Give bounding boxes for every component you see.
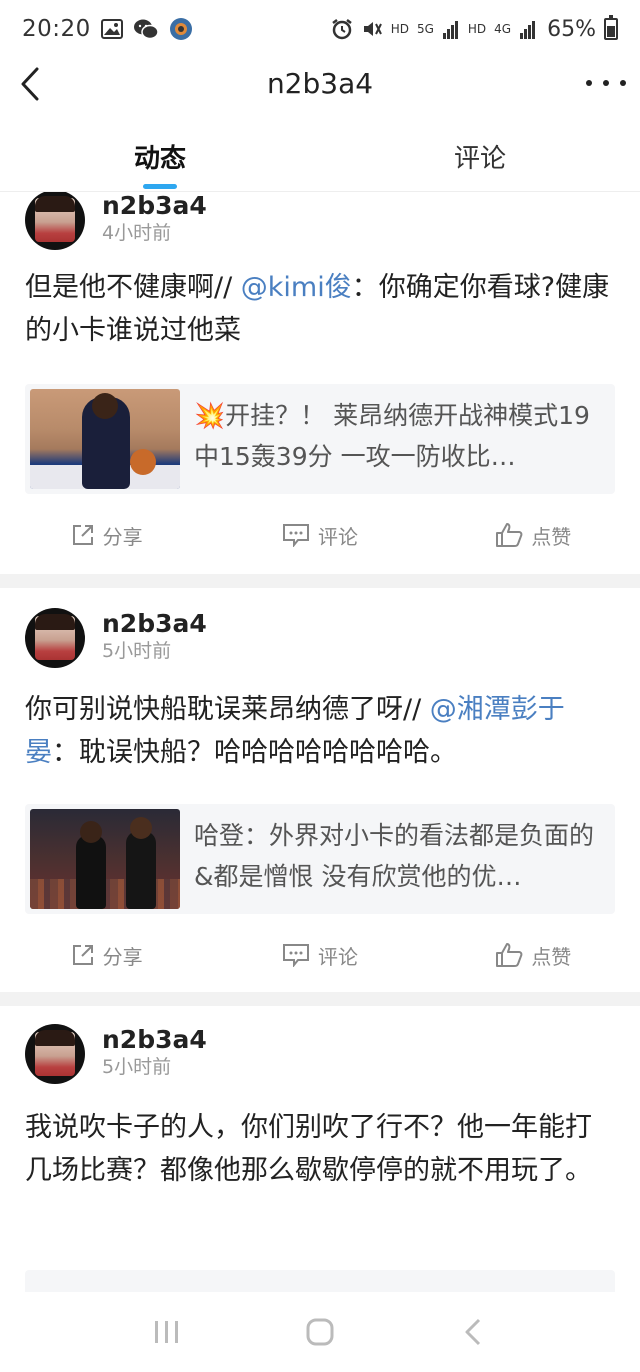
back-arrow-icon (465, 1318, 481, 1346)
more-dot-icon (620, 80, 626, 86)
status-time: 20:20 (22, 16, 91, 42)
tab-indicator (143, 184, 177, 189)
tab-label: 动态 (133, 144, 186, 174)
post-card: n2b3a4 5小时前 我说吹卡子的人，你们别吹了行不？他一年能打几场比赛？都像… (0, 1006, 640, 1292)
share-button[interactable]: 分享 (0, 510, 213, 560)
divider (0, 992, 640, 1006)
post-text-main: 你可别说快船耽误莱昂纳德了呀// (25, 694, 430, 725)
like-label: 点赞 (531, 944, 572, 969)
status-bar: 20:20 HD 5G HD 4G 65% (0, 0, 640, 58)
post-text-rest: ：耽误快船？哈哈哈哈哈哈哈哈。 (52, 737, 457, 768)
action-bar: 分享 评论 点赞 (0, 930, 640, 980)
network-hd2-label: HD (467, 22, 487, 36)
page-title: n2b3a4 (266, 66, 374, 100)
network-hd-label: HD (390, 22, 409, 36)
comment-button[interactable]: 评论 (213, 510, 426, 560)
post-header: n2b3a4 5小时前 (25, 608, 207, 668)
battery-icon (604, 15, 618, 40)
post-card: n2b3a4 4小时前 但是他不健康啊// @kimi俊：你确定你看球?健康的小… (0, 192, 640, 574)
like-button[interactable]: 点赞 (427, 930, 640, 980)
more-dot-icon (586, 80, 592, 86)
post-text: 但是他不健康啊// @kimi俊：你确定你看球?健康的小卡谁说过他菜 (25, 266, 615, 352)
username[interactable]: n2b3a4 (102, 610, 207, 638)
tab-comments[interactable]: 评论 (320, 120, 640, 191)
like-button[interactable]: 点赞 (427, 510, 640, 560)
repost-card[interactable]: 💥开挂？！ 莱昂纳德开战神模式19中15轰39分 一攻一防收比… (25, 384, 615, 494)
more-options-button[interactable] (586, 68, 626, 98)
thumbs-up-icon (496, 523, 523, 547)
avatar[interactable] (25, 1024, 85, 1084)
battery-percent: 65% (547, 16, 596, 42)
card-thumbnail (30, 809, 180, 909)
card-text: 哈登：外界对小卡的看法都是负面的&都是憎恨 没有欣赏他的优… (194, 821, 595, 891)
share-label: 分享 (102, 944, 143, 969)
system-nav-bar (0, 1292, 640, 1372)
post-text: 你可别说快船耽误莱昂纳德了呀// @湘潭彭于晏：耽误快船？哈哈哈哈哈哈哈哈。 (25, 688, 615, 774)
gallery-icon (100, 19, 123, 39)
tab-label: 评论 (453, 144, 506, 174)
divider (0, 574, 640, 588)
comment-button[interactable]: 评论 (213, 930, 426, 980)
home-button[interactable] (300, 1312, 340, 1352)
post-header: n2b3a4 4小时前 (25, 192, 207, 250)
signal-icon-2 (519, 19, 537, 39)
repost-card[interactable] (25, 1270, 615, 1292)
post-time: 5小时前 (102, 640, 172, 662)
back-button[interactable] (12, 64, 48, 104)
like-label: 点赞 (531, 524, 572, 549)
comment-icon (282, 524, 309, 547)
post-header: n2b3a4 5小时前 (25, 1024, 207, 1084)
alarm-icon (331, 18, 353, 40)
post-time: 4小时前 (102, 222, 172, 244)
recent-apps-button[interactable] (147, 1312, 187, 1352)
header: n2b3a4 (0, 58, 640, 108)
post-time: 5小时前 (102, 1056, 172, 1078)
share-label: 分享 (102, 524, 143, 549)
post-text: 我说吹卡子的人，你们别吹了行不？他一年能打几场比赛？都像他那么歇歇停停的就不用玩… (25, 1112, 592, 1186)
share-button[interactable]: 分享 (0, 930, 213, 980)
wechat-icon (133, 18, 159, 40)
comment-label: 评论 (317, 944, 358, 969)
avatar[interactable] (25, 192, 85, 250)
avatar[interactable] (25, 608, 85, 668)
more-dot-icon (603, 80, 609, 86)
comment-label: 评论 (317, 524, 358, 549)
network-4g-label: 4G (494, 22, 512, 36)
action-bar: 分享 评论 点赞 (0, 510, 640, 560)
chevron-left-icon (21, 67, 39, 101)
card-text: 💥开挂？！ 莱昂纳德开战神模式19中15轰39分 一攻一防收比… (194, 401, 590, 471)
repost-card[interactable]: 哈登：外界对小卡的看法都是负面的&都是憎恨 没有欣赏他的优… (25, 804, 615, 914)
home-icon (306, 1318, 334, 1346)
feed[interactable]: n2b3a4 4小时前 但是他不健康啊// @kimi俊：你确定你看球?健康的小… (0, 192, 640, 1292)
tab-bar: 动态 评论 (0, 120, 640, 192)
network-5g-label: 5G (416, 22, 434, 36)
app-icon (169, 17, 193, 41)
thumbs-up-icon (496, 943, 523, 967)
signal-icon (442, 19, 460, 39)
card-thumbnail (30, 389, 180, 489)
share-icon (72, 945, 93, 965)
post-card: n2b3a4 5小时前 你可别说快船耽误莱昂纳德了呀// @湘潭彭于晏：耽误快船… (0, 588, 640, 996)
username[interactable]: n2b3a4 (102, 1026, 207, 1054)
back-nav-button[interactable] (453, 1312, 493, 1352)
username[interactable]: n2b3a4 (102, 192, 207, 220)
comment-icon (282, 944, 309, 967)
tab-activity[interactable]: 动态 (0, 120, 320, 191)
mention-link[interactable]: @kimi俊 (241, 272, 352, 303)
share-icon (72, 525, 93, 545)
post-text-main: 但是他不健康啊// (25, 272, 241, 303)
mute-icon (361, 18, 383, 40)
recent-apps-icon (154, 1321, 178, 1343)
